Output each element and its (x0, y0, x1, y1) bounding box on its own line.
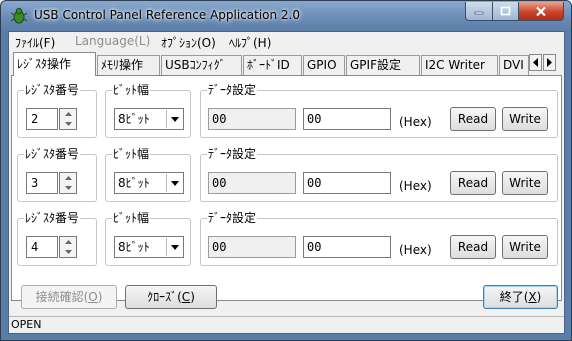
close-icon (536, 6, 546, 16)
tab-strip: ﾚｼﾞｽﾀ操作 ﾒﾓﾘ操作 USBｺﾝﾌｨｸﾞ ﾎﾞｰﾄﾞID GPIO GPI… (9, 52, 564, 76)
status-bar: OPEN (9, 316, 564, 333)
exit-label-end: ) (536, 290, 542, 304)
tab-scroll-right[interactable] (543, 54, 556, 71)
connect-check-accesskey: O (88, 290, 98, 304)
register-number-label: ﾚｼﾞｽﾀ番号 (24, 83, 81, 97)
register-number-label: ﾚｼﾞｽﾀ番号 (24, 147, 81, 161)
register-number-group: ﾚｼﾞｽﾀ番号 4 (17, 211, 97, 266)
close-window-button[interactable] (518, 2, 564, 21)
register-number-input[interactable]: 4 (26, 236, 58, 258)
tab-gpif[interactable]: GPIF設定 (346, 55, 420, 75)
register-number-spinner[interactable] (59, 236, 77, 258)
write-button[interactable]: Write (502, 107, 548, 131)
read-value-field: 00 (208, 108, 296, 130)
spin-down-icon[interactable] (60, 247, 76, 257)
register-number-group: ﾚｼﾞｽﾀ番号 3 (17, 147, 97, 202)
spin-down-icon[interactable] (60, 119, 76, 129)
client-area: ﾌｧｲﾙ(F) Language(L) ｵﾌﾟｼｮﾝ(O) ﾍﾙﾌﾟ(H) ﾚｼ… (8, 31, 565, 334)
register-number-spinner[interactable] (59, 172, 77, 194)
connect-check-button[interactable]: 接続確認(O) (21, 285, 117, 309)
spin-down-icon[interactable] (60, 183, 76, 193)
hex-label: (Hex) (399, 115, 432, 129)
connect-check-label: 接続確認( (35, 290, 89, 304)
exit-label: 終了( (499, 290, 529, 304)
bit-width-label: ﾋﾞｯﾄ幅 (112, 83, 151, 97)
arrow-right-icon (547, 58, 552, 67)
maximize-icon (500, 6, 511, 16)
bit-width-group: ﾋﾞｯﾄ幅 8ﾋﾞｯﾄ (105, 211, 191, 266)
register-number-label: ﾚｼﾞｽﾀ番号 (24, 211, 81, 225)
chevron-down-icon[interactable] (166, 238, 182, 256)
data-setting-group: ﾃﾞｰﾀ設定 00 00 (Hex) Read Write (200, 211, 558, 266)
bit-width-select[interactable]: 8ﾋﾞｯﾄ (114, 172, 184, 194)
write-value-input[interactable]: 00 (303, 172, 391, 194)
bit-width-value: 8ﾋﾞｯﾄ (118, 240, 150, 254)
register-number-input[interactable]: 3 (26, 172, 58, 194)
read-value-field: 00 (208, 172, 296, 194)
read-button[interactable]: Read (450, 235, 496, 259)
spin-up-icon[interactable] (60, 173, 76, 183)
write-value-input[interactable]: 00 (303, 236, 391, 258)
bug-app-icon (10, 7, 28, 24)
register-panel: ﾚｼﾞｽﾀ番号 2 ﾋﾞｯﾄ幅 8ﾋﾞｯﾄ ﾃﾞｰﾀ設定 00 00 (Hex) (11, 75, 562, 301)
menu-file[interactable]: ﾌｧｲﾙ(F) (15, 34, 55, 51)
write-value-input[interactable]: 00 (303, 108, 391, 130)
menu-language[interactable]: Language(L) (75, 34, 150, 48)
read-value-field: 00 (208, 236, 296, 258)
exit-accesskey: X (528, 290, 537, 304)
register-number-input[interactable]: 2 (26, 108, 58, 130)
tab-gpio[interactable]: GPIO (303, 55, 345, 75)
read-button[interactable]: Read (450, 107, 496, 131)
register-number-group: ﾚｼﾞｽﾀ番号 2 (17, 83, 97, 138)
exit-button[interactable]: 終了(X) (483, 285, 558, 309)
bit-width-select[interactable]: 8ﾋﾞｯﾄ (114, 108, 184, 130)
chevron-down-icon[interactable] (166, 174, 182, 192)
data-setting-group: ﾃﾞｰﾀ設定 00 00 (Hex) Read Write (200, 83, 558, 138)
window-title: USB Control Panel Reference Application … (34, 8, 301, 22)
spin-up-icon[interactable] (60, 237, 76, 247)
menu-options[interactable]: ｵﾌﾟｼｮﾝ(O) (161, 34, 216, 51)
spin-up-icon[interactable] (60, 109, 76, 119)
title-bar[interactable]: USB Control Panel Reference Application … (1, 1, 571, 31)
close-connection-button[interactable]: ｸﾛｰｽﾞ(C) (125, 285, 217, 309)
bit-width-label: ﾋﾞｯﾄ幅 (112, 147, 151, 161)
tab-i2c-writer[interactable]: I2C Writer (421, 55, 498, 75)
tab-register[interactable]: ﾚｼﾞｽﾀ操作 (13, 52, 96, 76)
hex-label: (Hex) (399, 243, 432, 257)
tab-usb-config[interactable]: USBｺﾝﾌｨｸﾞ (161, 55, 242, 75)
read-button[interactable]: Read (450, 171, 496, 195)
minimize-button[interactable] (465, 2, 493, 21)
tab-memory[interactable]: ﾒﾓﾘ操作 (97, 55, 160, 75)
bit-width-label: ﾋﾞｯﾄ幅 (112, 211, 151, 225)
minimize-icon (474, 11, 484, 15)
bit-width-value: 8ﾋﾞｯﾄ (118, 112, 150, 126)
chevron-down-icon[interactable] (166, 110, 182, 128)
tab-board-id[interactable]: ﾎﾞｰﾄﾞID (243, 55, 302, 75)
data-setting-label: ﾃﾞｰﾀ設定 (207, 147, 258, 161)
menu-help[interactable]: ﾍﾙﾌﾟ(H) (229, 34, 271, 51)
menu-bar: ﾌｧｲﾙ(F) Language(L) ｵﾌﾟｼｮﾝ(O) ﾍﾙﾌﾟ(H) (9, 32, 564, 51)
tab-dvi[interactable]: DVI (499, 55, 529, 75)
bit-width-select[interactable]: 8ﾋﾞｯﾄ (114, 236, 184, 258)
hex-label: (Hex) (399, 179, 432, 193)
write-button[interactable]: Write (502, 171, 548, 195)
bit-width-group: ﾋﾞｯﾄ幅 8ﾋﾞｯﾄ (105, 83, 191, 138)
maximize-button[interactable] (492, 2, 519, 21)
register-number-spinner[interactable] (59, 108, 77, 130)
data-setting-group: ﾃﾞｰﾀ設定 00 00 (Hex) Read Write (200, 147, 558, 202)
bit-width-group: ﾋﾞｯﾄ幅 8ﾋﾞｯﾄ (105, 147, 191, 202)
bit-width-value: 8ﾋﾞｯﾄ (118, 176, 150, 190)
close-connection-label: ｸﾛｰｽﾞ( (147, 290, 182, 304)
data-setting-label: ﾃﾞｰﾀ設定 (207, 83, 258, 97)
write-button[interactable]: Write (502, 235, 548, 259)
connect-check-label-end: ) (97, 290, 103, 304)
close-connection-accesskey: C (181, 290, 191, 304)
arrow-left-icon (533, 58, 538, 67)
close-connection-label-end: ) (190, 290, 195, 304)
data-setting-label: ﾃﾞｰﾀ設定 (207, 211, 258, 225)
tab-scroll-left[interactable] (529, 54, 542, 71)
app-window: USB Control Panel Reference Application … (0, 0, 572, 341)
